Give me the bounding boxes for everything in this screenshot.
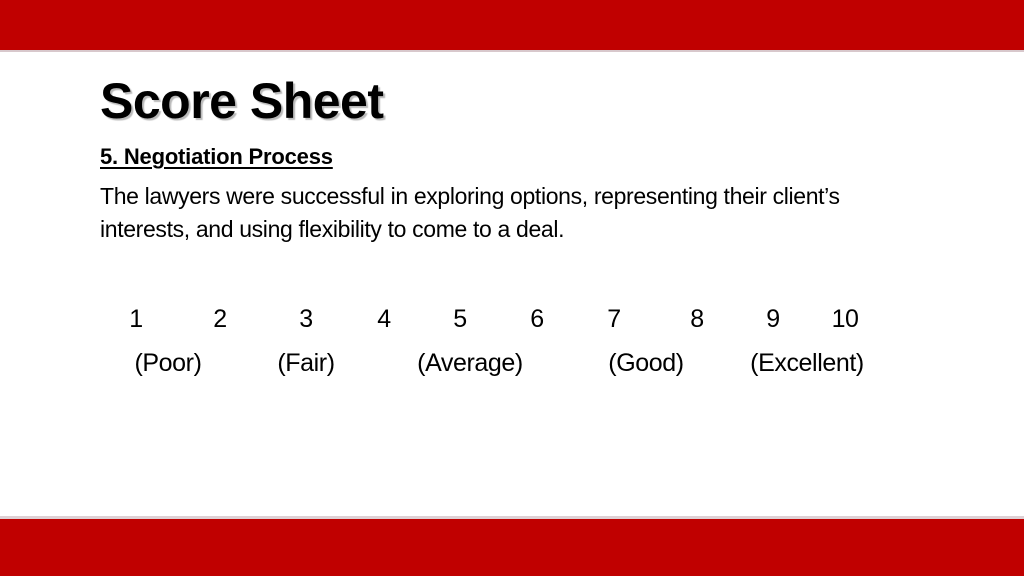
slide-canvas: Score Sheet 5. Negotiation Process The l…	[0, 0, 1024, 576]
rating-option-10[interactable]: 10	[832, 305, 859, 334]
rating-option-4[interactable]: 4	[377, 305, 391, 334]
criterion-description: The lawyers were successful in exploring…	[100, 183, 840, 242]
page-title: Score Sheet	[100, 73, 384, 129]
rating-option-6[interactable]: 6	[530, 305, 544, 334]
rating-option-7[interactable]: 7	[607, 305, 621, 334]
rating-descriptor: (Excellent)	[750, 349, 864, 377]
section-heading: 5. Negotiation Process	[100, 144, 333, 169]
rating-descriptor: (Poor)	[134, 349, 202, 377]
rating-descriptor: (Fair)	[277, 349, 335, 377]
rating-descriptor: (Good)	[608, 349, 684, 377]
header-accent-bar-edge	[0, 50, 1024, 52]
footer-accent-bar-edge	[0, 516, 1024, 519]
rating-option-3[interactable]: 3	[299, 305, 313, 334]
rating-scale-numbers: 1 2 3 4 5 6 7 8 9 10	[110, 305, 900, 341]
rating-option-2[interactable]: 2	[213, 305, 227, 334]
rating-scale: 1 2 3 4 5 6 7 8 9 10 (Poor) (Fair) (Average) (Good)(…	[110, 305, 900, 385]
slide-content: Score Sheet 5. Negotiation Process The l…	[100, 74, 960, 245]
rating-option-9[interactable]: 9	[766, 305, 780, 334]
rating-option-5[interactable]: 5	[453, 305, 467, 334]
rating-option-8[interactable]: 8	[690, 305, 704, 334]
header-accent-bar	[0, 0, 1024, 50]
footer-accent-bar	[0, 519, 1024, 576]
rating-scale-labels: (Poor) (Fair) (Average) (Good) (Excellent)	[110, 349, 900, 385]
rating-descriptor: (Average)	[417, 349, 523, 377]
rating-option-1[interactable]: 1	[129, 305, 143, 334]
